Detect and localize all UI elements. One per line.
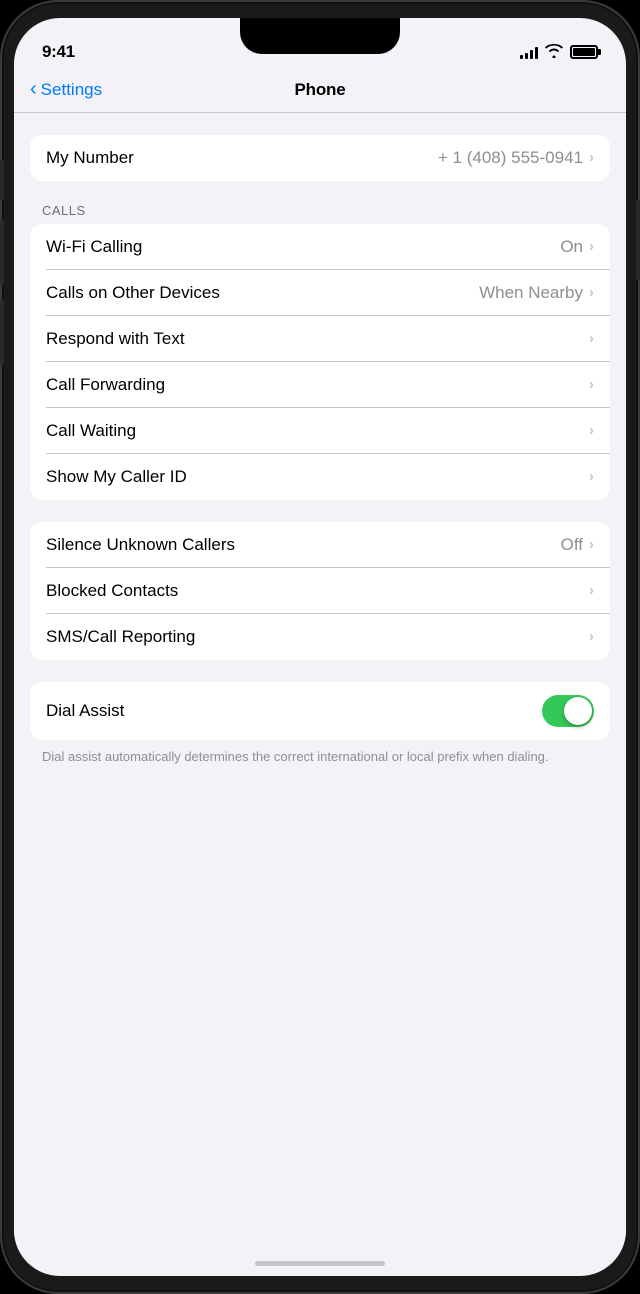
phone-frame: 9:41 <box>0 0 640 1294</box>
my-number-row[interactable]: My Number + 1 (408) 555-0941 › <box>30 135 610 181</box>
volume-up-button <box>0 220 4 285</box>
call-forwarding-label: Call Forwarding <box>46 375 165 395</box>
silence-unknown-value: Off <box>561 535 583 555</box>
notch <box>240 18 400 54</box>
call-forwarding-chevron-icon: › <box>589 376 594 393</box>
my-number-chevron-icon: › <box>589 149 594 166</box>
navigation-header: ‹ Settings Phone <box>14 72 626 112</box>
call-waiting-label: Call Waiting <box>46 421 136 441</box>
sms-call-reporting-row[interactable]: SMS/Call Reporting › <box>30 614 610 660</box>
signal-icon <box>520 45 538 59</box>
back-chevron-icon: ‹ <box>30 78 37 101</box>
respond-with-text-label: Respond with Text <box>46 329 185 349</box>
sms-call-reporting-chevron-icon: › <box>589 628 594 645</box>
status-icons <box>520 44 598 61</box>
show-caller-id-chevron-icon: › <box>589 468 594 485</box>
my-number-card: My Number + 1 (408) 555-0941 › <box>30 135 610 181</box>
page-title: Phone <box>295 80 346 100</box>
call-forwarding-row[interactable]: Call Forwarding › <box>30 362 610 408</box>
show-caller-id-row[interactable]: Show My Caller ID › <box>30 454 610 500</box>
show-caller-id-label: Show My Caller ID <box>46 467 187 487</box>
wifi-calling-value: On <box>560 237 583 257</box>
power-button <box>636 200 640 280</box>
blocked-contacts-label: Blocked Contacts <box>46 581 178 601</box>
sms-call-reporting-label: SMS/Call Reporting <box>46 627 195 647</box>
mute-switch <box>0 160 4 200</box>
silence-unknown-chevron-icon: › <box>589 536 594 553</box>
volume-down-button <box>0 300 4 365</box>
call-waiting-row[interactable]: Call Waiting › <box>30 408 610 454</box>
silence-unknown-label: Silence Unknown Callers <box>46 535 235 555</box>
content-area: My Number + 1 (408) 555-0941 › CALLS Wi-… <box>14 113 626 1265</box>
privacy-card: Silence Unknown Callers Off › Blocked Co… <box>30 522 610 660</box>
wifi-calling-row[interactable]: Wi-Fi Calling On › <box>30 224 610 270</box>
calls-section-label: CALLS <box>14 203 626 224</box>
back-label: Settings <box>41 80 102 100</box>
calls-other-devices-value: When Nearby <box>479 283 583 303</box>
dial-assist-toggle[interactable] <box>542 695 594 727</box>
wifi-calling-chevron-icon: › <box>589 238 594 255</box>
home-indicator <box>255 1261 385 1266</box>
battery-icon <box>570 45 598 59</box>
toggle-knob <box>564 697 592 725</box>
back-button[interactable]: ‹ Settings <box>30 79 102 101</box>
dial-assist-footer: Dial assist automatically determines the… <box>14 740 626 782</box>
respond-with-text-chevron-icon: › <box>589 330 594 347</box>
my-number-value: + 1 (408) 555-0941 <box>438 148 583 168</box>
blocked-contacts-chevron-icon: › <box>589 582 594 599</box>
silence-unknown-row[interactable]: Silence Unknown Callers Off › <box>30 522 610 568</box>
status-time: 9:41 <box>42 42 75 62</box>
calls-card: Wi-Fi Calling On › Calls on Other Device… <box>30 224 610 500</box>
respond-with-text-row[interactable]: Respond with Text › <box>30 316 610 362</box>
wifi-icon <box>545 44 563 61</box>
calls-other-devices-row[interactable]: Calls on Other Devices When Nearby › <box>30 270 610 316</box>
dial-assist-label: Dial Assist <box>46 701 124 721</box>
my-number-label: My Number <box>46 148 134 168</box>
calls-other-devices-label: Calls on Other Devices <box>46 283 220 303</box>
blocked-contacts-row[interactable]: Blocked Contacts › <box>30 568 610 614</box>
dial-assist-card: Dial Assist <box>30 682 610 740</box>
phone-screen: 9:41 <box>14 18 626 1276</box>
call-waiting-chevron-icon: › <box>589 422 594 439</box>
wifi-calling-label: Wi-Fi Calling <box>46 237 142 257</box>
calls-other-devices-chevron-icon: › <box>589 284 594 301</box>
dial-assist-row[interactable]: Dial Assist <box>30 682 610 740</box>
